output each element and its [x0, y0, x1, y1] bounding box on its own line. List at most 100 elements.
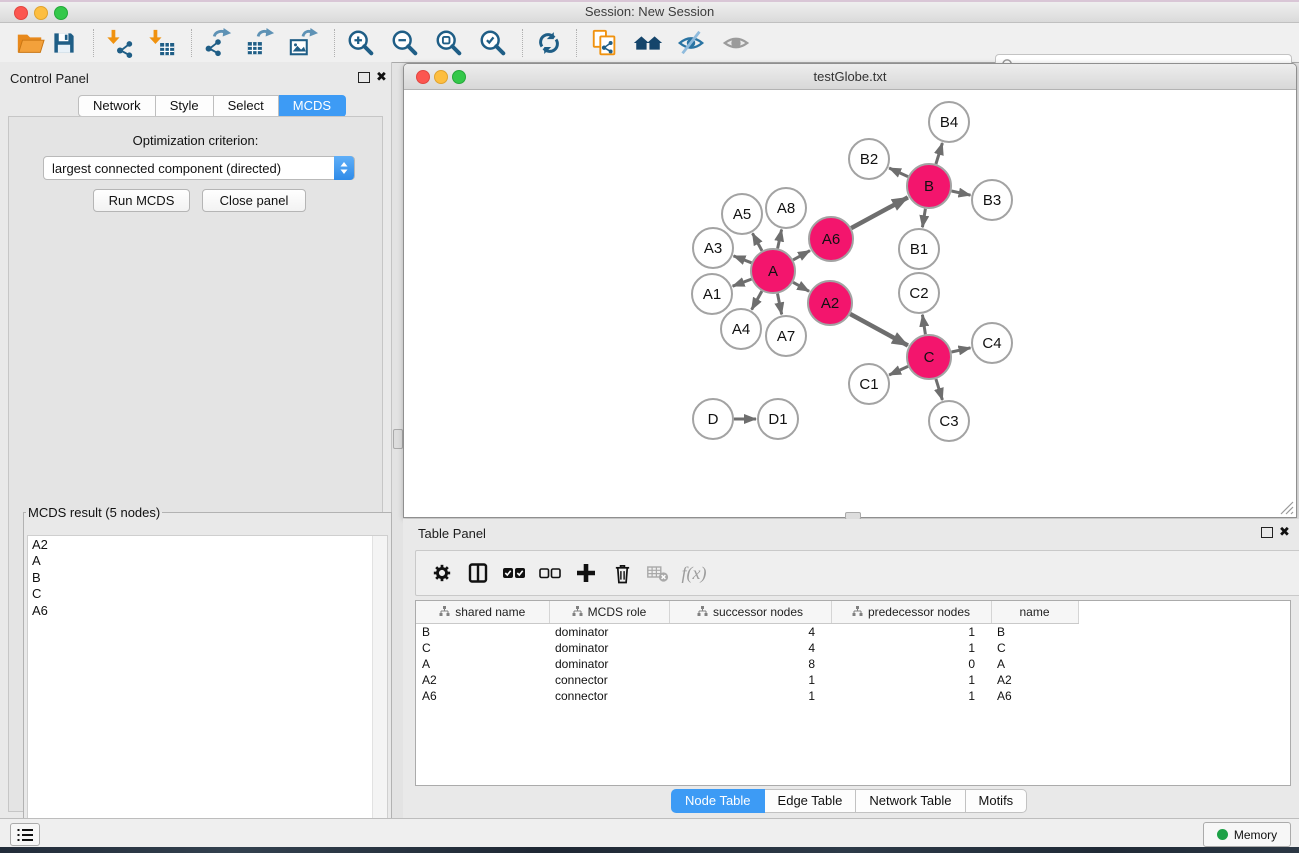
table-cell-mcds-role[interactable]: connector [549, 688, 669, 704]
graph-edge-A-A7[interactable] [778, 294, 782, 315]
graph-edge-A-A5[interactable] [753, 233, 763, 251]
table-cell-name[interactable]: B [991, 624, 1078, 641]
graph-node-B[interactable]: B [907, 164, 951, 208]
table-cell-successor-nodes[interactable]: 4 [669, 640, 831, 656]
graph-node-A[interactable]: A [751, 249, 795, 293]
tab-node-table[interactable]: Node Table [671, 789, 765, 813]
tab-network[interactable]: Network [78, 95, 156, 117]
table-cell-predecessor-nodes[interactable]: 0 [831, 656, 991, 672]
table-cell-shared-name[interactable]: C [416, 640, 549, 656]
float-panel-button[interactable] [358, 72, 370, 83]
graph-node-C1[interactable]: C1 [849, 364, 889, 404]
delete-column-button[interactable] [604, 558, 640, 588]
graph-edge-B-B2[interactable] [889, 168, 908, 177]
zoom-out-button[interactable] [389, 27, 421, 59]
zoom-selected-button[interactable] [477, 27, 509, 59]
graph-edge-C-C3[interactable] [936, 379, 943, 400]
task-history-button[interactable] [10, 823, 40, 846]
table-cell-successor-nodes[interactable]: 1 [669, 688, 831, 704]
graph-node-B1[interactable]: B1 [899, 229, 939, 269]
table-cell-successor-nodes[interactable]: 8 [669, 656, 831, 672]
graph-node-A2[interactable]: A2 [808, 281, 852, 325]
close-panel-action-button[interactable]: Close panel [202, 189, 306, 212]
table-cell-mcds-role[interactable]: dominator [549, 640, 669, 656]
graph-node-A8[interactable]: A8 [766, 188, 806, 228]
graph-edge-B-B3[interactable] [952, 191, 971, 195]
tab-select[interactable]: Select [214, 95, 279, 117]
import-network-button[interactable] [104, 27, 136, 59]
table-float-button[interactable] [1261, 527, 1273, 538]
network-minimize-button[interactable] [434, 70, 448, 84]
graph-node-B2[interactable]: B2 [849, 139, 889, 179]
table-cell-predecessor-nodes[interactable]: 1 [831, 688, 991, 704]
first-neighbors-button[interactable] [632, 27, 664, 59]
table-cell-predecessor-nodes[interactable]: 1 [831, 672, 991, 688]
graph-node-C2[interactable]: C2 [899, 273, 939, 313]
table-cell-shared-name[interactable]: B [416, 624, 549, 641]
criterion-dropdown[interactable]: largest connected component (directed) [43, 156, 355, 180]
graph-edge-A6-B[interactable] [851, 197, 908, 228]
table-cell-name[interactable]: C [991, 640, 1078, 656]
table-settings-button[interactable] [424, 558, 460, 588]
graph-node-C[interactable]: C [907, 335, 951, 379]
graph-node-C4[interactable]: C4 [972, 323, 1012, 363]
table-cell-shared-name[interactable]: A [416, 656, 549, 672]
zoom-fit-button[interactable] [433, 27, 465, 59]
memory-button[interactable]: Memory [1203, 822, 1291, 847]
add-column-button[interactable] [568, 558, 604, 588]
close-panel-button[interactable]: ✖ [376, 71, 387, 83]
graph-edge-A-A8[interactable] [778, 230, 782, 249]
refresh-button[interactable] [533, 27, 565, 59]
table-cell-mcds-role[interactable]: dominator [549, 624, 669, 641]
graph-edge-A-A2[interactable] [793, 282, 809, 291]
graph-node-D1[interactable]: D1 [758, 399, 798, 439]
mcds-result-item[interactable]: A [32, 553, 387, 569]
export-table-button[interactable] [244, 27, 276, 59]
graph-edge-C-C4[interactable] [952, 348, 971, 352]
column-header-predecessor-nodes[interactable]: predecessor nodes [831, 601, 991, 624]
table-cell-mcds-role[interactable]: connector [549, 672, 669, 688]
column-header-name[interactable]: name [991, 601, 1078, 624]
column-header-shared-name[interactable]: shared name [416, 601, 549, 624]
table-cell-shared-name[interactable]: A6 [416, 688, 549, 704]
graph-edge-B-B1[interactable] [922, 209, 925, 228]
run-mcds-button[interactable]: Run MCDS [93, 189, 190, 212]
table-cell-name[interactable]: A6 [991, 688, 1078, 704]
graph-edge-A-A4[interactable] [752, 291, 762, 310]
show-columns-button[interactable] [460, 558, 496, 588]
graph-node-B3[interactable]: B3 [972, 180, 1012, 220]
tab-mcds[interactable]: MCDS [279, 95, 346, 117]
graph-edge-B-B4[interactable] [936, 143, 943, 164]
duplicate-network-button[interactable] [589, 27, 621, 59]
graph-node-B4[interactable]: B4 [929, 102, 969, 142]
table-cell-name[interactable]: A [991, 656, 1078, 672]
import-table-button[interactable] [146, 27, 178, 59]
mcds-result-item[interactable]: B [32, 570, 387, 586]
network-canvas[interactable]: B4B2BB3A8A5A6A3B1AC2A1A2A4A7C4CC1DD1C3 [405, 90, 1295, 517]
column-header-mcds-role[interactable]: MCDS role [549, 601, 669, 624]
export-image-button[interactable] [287, 27, 319, 59]
minimize-window-button[interactable] [34, 6, 48, 20]
tab-network-table[interactable]: Network Table [856, 789, 965, 813]
export-network-button[interactable] [202, 27, 234, 59]
zoom-in-button[interactable] [345, 27, 377, 59]
column-header-successor-nodes[interactable]: successor nodes [669, 601, 831, 624]
table-cell-successor-nodes[interactable]: 1 [669, 672, 831, 688]
graph-node-A7[interactable]: A7 [766, 316, 806, 356]
network-maximize-button[interactable] [452, 70, 466, 84]
tab-motifs[interactable]: Motifs [966, 789, 1028, 813]
table-close-button[interactable]: ✖ [1279, 526, 1290, 538]
graph-edge-C-C2[interactable] [922, 315, 925, 335]
graph-node-D[interactable]: D [693, 399, 733, 439]
result-scrollbar[interactable] [372, 536, 387, 850]
graph-node-A5[interactable]: A5 [722, 194, 762, 234]
table-cell-predecessor-nodes[interactable]: 1 [831, 624, 991, 641]
table-row[interactable]: Bdominator41B [416, 624, 1290, 641]
table-cell-mcds-role[interactable]: dominator [549, 656, 669, 672]
save-session-button[interactable] [48, 27, 80, 59]
mcds-result-item[interactable]: A6 [32, 603, 387, 619]
network-graph[interactable]: B4B2BB3A8A5A6A3B1AC2A1A2A4A7C4CC1DD1C3 [405, 90, 1295, 517]
close-window-button[interactable] [14, 6, 28, 20]
graph-edge-A-A6[interactable] [793, 251, 810, 260]
graph-node-A4[interactable]: A4 [721, 309, 761, 349]
